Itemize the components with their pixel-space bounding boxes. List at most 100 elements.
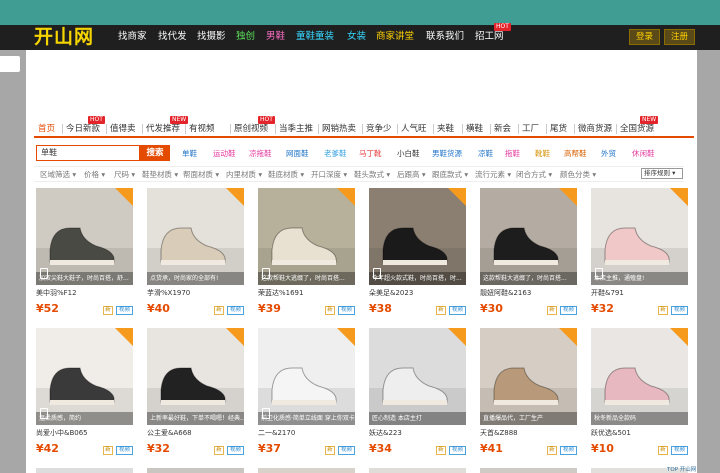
shop-name[interactable]: 靓妞阿鞋&2163: [480, 289, 531, 298]
filter-5[interactable]: 内里材质 ▾: [226, 170, 262, 179]
tab-6[interactable]: 当季主推: [279, 124, 313, 134]
product-image[interactable]: 点货承，时尚家的全部有!: [147, 188, 244, 285]
video-tag[interactable]: 视频: [338, 306, 355, 315]
product-card[interactable]: 直播爆品代，工厂生产 天首&Z888 ¥41 新视频: [480, 328, 577, 465]
product-card[interactable]: 前卫化质感·简单立线面 穿上你双卡... 二一&2170 ¥37 新视频: [258, 328, 355, 465]
video-tag[interactable]: 视频: [449, 306, 466, 315]
hot-keyword-4[interactable]: 老爹鞋: [324, 149, 347, 158]
product-image[interactable]: 这款帮鞋大逃缀了，时尚百搭...: [258, 188, 355, 285]
shop-name[interactable]: 尚爱小中&B065: [36, 429, 88, 438]
product-card[interactable]: 匠心制造 本店主打 妖达&223 ¥34 新视频: [369, 328, 466, 465]
product-card[interactable]: 这款帮鞋大逃缀了，时尚百搭... 荣蓝达%1691 ¥39 新视频: [258, 188, 355, 325]
tab-15[interactable]: 微商货源: [578, 124, 612, 134]
tab-10[interactable]: 夹鞋: [437, 124, 454, 134]
tab-0[interactable]: 首页: [38, 124, 55, 134]
product-card-partial[interactable]: [369, 468, 466, 473]
hot-keyword-7[interactable]: 男鞋货源: [432, 149, 462, 158]
hot-keyword-3[interactable]: 网面鞋: [286, 149, 309, 158]
filter-0[interactable]: 区域筛选 ▾: [40, 170, 76, 179]
product-card[interactable]: 温柔质感，简约 尚爱小中&B065 ¥42 新视频: [36, 328, 133, 465]
shop-name[interactable]: 开鞋&791: [591, 289, 624, 298]
tab-14[interactable]: 尾货: [550, 124, 567, 134]
nav-item-4[interactable]: 男鞋: [266, 31, 285, 43]
product-card[interactable]: 加双尖鞋大鞋子，时尚百搭，舒... 美中羽%F12 ¥52 新视频: [36, 188, 133, 325]
filter-12[interactable]: 闭合方式 ▾: [516, 170, 552, 179]
filter-8[interactable]: 鞋头款式 ▾: [354, 170, 390, 179]
product-image[interactable]: 本店主推，通殖盘!: [591, 188, 688, 285]
side-float-tab[interactable]: [0, 56, 20, 72]
product-card-partial[interactable]: [36, 468, 133, 473]
tab-11[interactable]: 横鞋: [466, 124, 483, 134]
hot-keyword-8[interactable]: 凉鞋: [478, 149, 493, 158]
tab-8[interactable]: 竞争少: [366, 124, 392, 134]
login-button[interactable]: 登录: [629, 29, 660, 45]
filter-11[interactable]: 流行元素 ▾: [475, 170, 511, 179]
nav-item-6[interactable]: 女装: [347, 31, 366, 43]
filter-1[interactable]: 价格 ▾: [84, 170, 105, 179]
nav-item-1[interactable]: 找代发: [158, 31, 187, 43]
filter-10[interactable]: 跟底款式 ▾: [432, 170, 468, 179]
product-card-partial[interactable]: [480, 468, 577, 473]
product-image[interactable]: 直播爆品代，工厂生产: [480, 328, 577, 425]
nav-item-0[interactable]: 找商家: [118, 31, 147, 43]
product-image[interactable]: 前卫化质感·简单立线面 穿上你双卡...: [258, 328, 355, 425]
product-card[interactable]: 上新率最好鞋，下单不喝嗯！经典... 公主爱&A668 ¥32 新视频: [147, 328, 244, 465]
tab-3[interactable]: 代发推荐: [146, 124, 180, 134]
hot-keyword-5[interactable]: 马丁靴: [359, 149, 382, 158]
product-card[interactable]: 本店主推，通殖盘! 开鞋&791 ¥32 新视频: [591, 188, 688, 325]
product-image[interactable]: 今年超火款式鞋，时尚百搭，时...: [369, 188, 466, 285]
product-image[interactable]: 上新率最好鞋，下单不喝嗯！经典...: [147, 328, 244, 425]
hot-keyword-13[interactable]: 休闲鞋: [632, 149, 655, 158]
product-image[interactable]: 匠心制造 本店主打: [369, 328, 466, 425]
product-image[interactable]: 温柔质感，简约: [36, 328, 133, 425]
video-tag[interactable]: 视频: [116, 306, 133, 315]
shop-name[interactable]: 荣蓝达%1691: [258, 289, 303, 298]
product-card[interactable]: 这款帮鞋大逃缀了，时尚百搭... 靓妞阿鞋&2163 ¥30 新视频: [480, 188, 577, 325]
video-tag[interactable]: 视频: [449, 446, 466, 455]
hot-keyword-0[interactable]: 单鞋: [182, 149, 197, 158]
tab-5[interactable]: 原创视频: [234, 124, 268, 134]
hot-keyword-12[interactable]: 外贸: [601, 149, 616, 158]
filter-4[interactable]: 帮面材质 ▾: [183, 170, 219, 179]
product-card-partial[interactable]: [147, 468, 244, 473]
shop-name[interactable]: 妖达&223: [369, 429, 402, 438]
nav-item-3[interactable]: 独创: [236, 31, 255, 43]
filter-2[interactable]: 尺码 ▾: [114, 170, 135, 179]
tab-9[interactable]: 人气旺: [401, 124, 427, 134]
search-input[interactable]: 单鞋: [36, 145, 140, 161]
product-card[interactable]: 今年超火款式鞋，时尚百搭，时... 朵美足&2023 ¥38 新视频: [369, 188, 466, 325]
video-tag[interactable]: 视频: [560, 306, 577, 315]
video-tag[interactable]: 视频: [671, 306, 688, 315]
shop-name[interactable]: 二一&2170: [258, 429, 295, 438]
product-card[interactable]: 秋冬新品全款码 跃优选&501 ¥10 新视频: [591, 328, 688, 465]
nav-item-7[interactable]: 商家讲堂: [376, 31, 414, 43]
shop-name[interactable]: 跃优选&501: [591, 429, 631, 438]
filter-6[interactable]: 鞋底材质 ▾: [268, 170, 304, 179]
register-button[interactable]: 注册: [664, 29, 695, 45]
tab-7[interactable]: 网销热卖: [322, 124, 356, 134]
nav-item-2[interactable]: 找摄影: [197, 31, 226, 43]
tab-16[interactable]: 全国货源: [620, 124, 654, 134]
shop-name[interactable]: 朵美足&2023: [369, 289, 413, 298]
nav-item-9[interactable]: 招工网: [475, 31, 504, 43]
hot-keyword-2[interactable]: 凉拖鞋: [249, 149, 272, 158]
hot-keyword-11[interactable]: 高帮鞋: [564, 149, 587, 158]
filter-13[interactable]: 颜色分类 ▾: [560, 170, 596, 179]
tab-2[interactable]: 值得卖: [110, 124, 136, 134]
shop-name[interactable]: 芋滑%X1970: [147, 289, 190, 298]
hot-keyword-9[interactable]: 拖鞋: [505, 149, 520, 158]
video-tag[interactable]: 视频: [227, 306, 244, 315]
filter-9[interactable]: 后跟高 ▾: [397, 170, 426, 179]
video-tag[interactable]: 视频: [116, 446, 133, 455]
shop-name[interactable]: 天首&Z888: [480, 429, 518, 438]
video-tag[interactable]: 视频: [560, 446, 577, 455]
tab-13[interactable]: 工厂: [522, 124, 539, 134]
nav-item-8[interactable]: 联系我们: [426, 31, 464, 43]
video-tag[interactable]: 视频: [671, 446, 688, 455]
shop-name[interactable]: 美中羽%F12: [36, 289, 77, 298]
product-image[interactable]: 这款帮鞋大逃缀了，时尚百搭...: [480, 188, 577, 285]
video-tag[interactable]: 视频: [227, 446, 244, 455]
product-image[interactable]: 加双尖鞋大鞋子，时尚百搭，舒...: [36, 188, 133, 285]
filter-3[interactable]: 鞋垫材质 ▾: [142, 170, 178, 179]
site-logo[interactable]: 开山网: [34, 27, 94, 47]
